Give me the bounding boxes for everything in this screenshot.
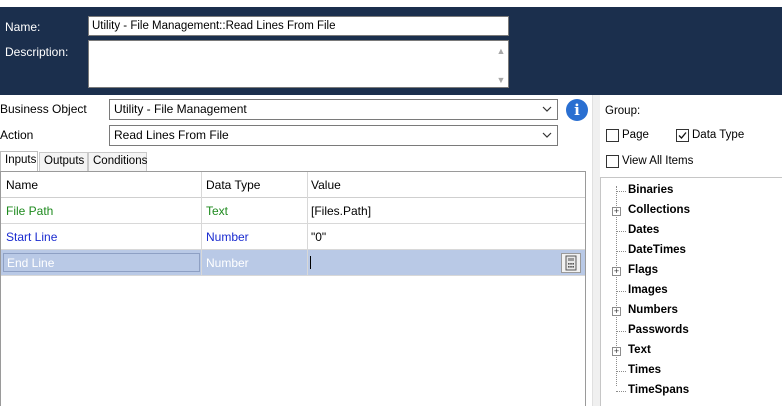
row-value[interactable]: [Files.Path] [311,204,371,218]
tab-conditions[interactable]: Conditions [88,152,147,171]
column-header-value[interactable]: Value [311,178,341,192]
tab-inputs[interactable]: Inputs [0,151,38,171]
tree-node-times[interactable]: Times [628,364,661,376]
row-name: Start Line [6,230,58,244]
description-label: Description: [5,45,69,59]
checkmark-icon [678,132,687,139]
stage-header: Name: Utility - File Management::Read Li… [0,0,782,95]
tree-node-text[interactable]: Text [628,344,651,356]
tree-connector [616,186,617,386]
info-icon[interactable]: i [566,99,588,121]
row-type: Text [206,204,229,218]
business-object-value: Utility - File Management [114,102,247,116]
scroll-down-icon[interactable]: ▼ [495,74,507,86]
expand-plus-icon[interactable]: + [612,307,621,316]
inputs-grid: Name Data Type Value File Path Text [Fil… [0,171,586,406]
row-name-input[interactable]: End Line [3,253,200,272]
tab-outputs[interactable]: Outputs [39,152,88,171]
tree-branch [616,291,626,292]
name-label: Name: [5,20,41,34]
tree-node-timespans[interactable]: TimeSpans [628,384,689,396]
tree-branch [616,391,626,392]
row-type: Number [206,230,249,244]
page-checkbox-label[interactable]: Page [622,129,649,141]
expand-plus-icon[interactable]: + [612,347,621,356]
action-select[interactable]: Read Lines From File [109,125,558,146]
tree-node-numbers[interactable]: Numbers [628,304,678,316]
group-label: Group: [605,105,641,117]
tree-node-collections[interactable]: Collections [628,204,690,216]
table-row[interactable]: File Path Text [Files.Path] [1,198,585,224]
tree-node-passwords[interactable]: Passwords [628,324,689,336]
business-object-select[interactable]: Utility - File Management [109,99,558,120]
expand-plus-icon[interactable]: + [612,267,621,276]
data-items-pane: Group: Page Data Type View All Items Bin… [600,95,782,406]
column-header-data-type[interactable]: Data Type [206,178,260,192]
action-value: Read Lines From File [114,128,229,142]
action-label: Action [0,128,34,142]
group-options: Group: Page Data Type View All Items [600,100,782,175]
grid-header: Name Data Type Value [1,172,585,198]
tree-node-dates[interactable]: Dates [628,224,659,236]
tree-node-flags[interactable]: Flags [628,264,658,276]
column-divider [201,172,202,276]
tree-branch [616,371,626,372]
calculator-button[interactable] [561,253,581,273]
row-type: Number [206,256,249,270]
calculator-icon [565,255,577,271]
row-name: File Path [6,204,54,218]
page-checkbox[interactable] [606,129,619,142]
row-value[interactable]: "0" [311,230,326,244]
view-all-items-label[interactable]: View All Items [622,155,693,167]
name-input[interactable]: Utility - File Management::Read Lines Fr… [88,16,509,36]
description-input[interactable] [88,40,509,88]
tree-node-binaries[interactable]: Binaries [628,184,673,196]
data-type-checkbox-label[interactable]: Data Type [692,129,744,141]
table-row-selected[interactable]: End Line Number [1,250,585,276]
tree-branch [616,331,626,332]
tree-node-datetimes[interactable]: DateTimes [628,244,686,256]
tree-branch [616,231,626,232]
view-all-items-checkbox[interactable] [606,155,619,168]
properties-pane: Business Object Utility - File Managemen… [0,95,592,406]
column-header-name[interactable]: Name [6,178,38,192]
table-row[interactable]: Start Line Number "0" [1,224,585,250]
pane-splitter[interactable] [592,95,600,406]
tree-branch [616,191,626,192]
chevron-down-icon[interactable] [542,102,552,116]
tree-node-images[interactable]: Images [628,284,668,296]
expand-plus-icon[interactable]: + [612,207,621,216]
text-caret [310,256,311,269]
column-divider [307,172,308,276]
business-object-label: Business Object [0,102,87,116]
data-type-checkbox[interactable] [676,129,689,142]
tree-branch [616,251,626,252]
chevron-down-icon[interactable] [542,128,552,142]
scroll-up-icon[interactable]: ▲ [495,45,507,57]
data-items-tree: Binaries + Collections Dates DateTimes +… [600,177,782,406]
